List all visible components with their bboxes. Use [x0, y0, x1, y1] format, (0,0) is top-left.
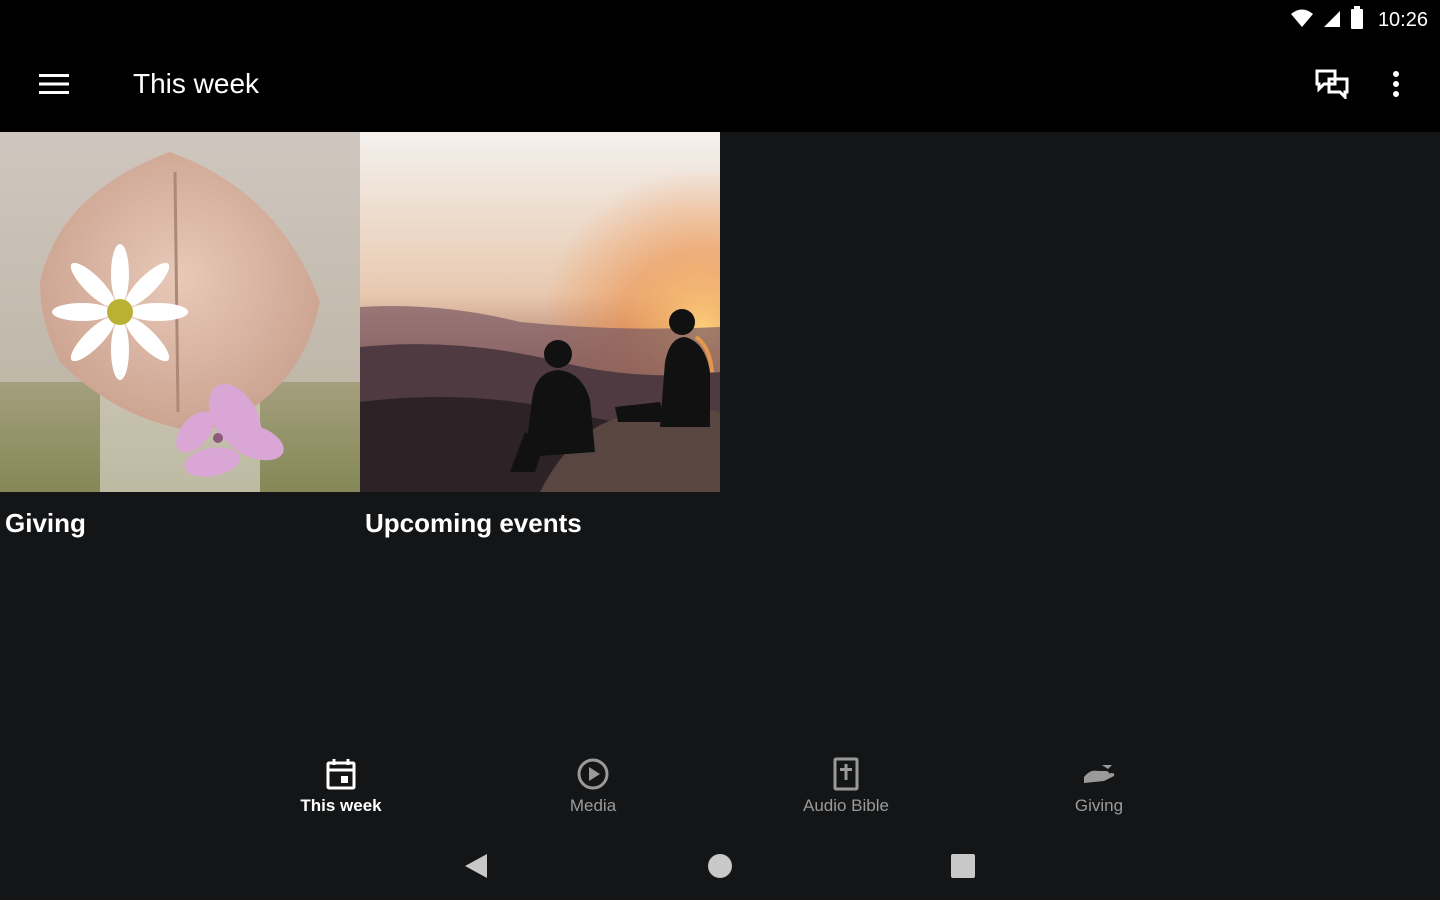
cell-signal-icon	[1322, 8, 1342, 33]
nav-item-giving[interactable]: Giving	[999, 754, 1199, 826]
home-icon	[707, 853, 733, 884]
nav-item-this-week[interactable]: This week	[241, 754, 441, 826]
hands-holding-flowers-photo	[0, 132, 360, 492]
nav-label: This week	[300, 796, 382, 815]
more-options-button[interactable]	[1374, 62, 1418, 110]
page-title: This week	[133, 68, 260, 99]
calendar-icon	[321, 754, 361, 794]
bottom-navigation: This week Media Audio Bible Giving	[0, 740, 1440, 836]
hamburger-menu-icon	[39, 72, 69, 101]
menu-button[interactable]	[24, 62, 84, 110]
wifi-icon	[1290, 8, 1314, 33]
app-bar: This week	[0, 40, 1440, 132]
nav-item-audio-bible[interactable]: Audio Bible	[746, 754, 946, 826]
card-giving[interactable]: Giving	[0, 132, 360, 552]
home-button[interactable]	[692, 844, 748, 892]
nav-label: Giving	[1074, 796, 1124, 815]
recents-icon	[950, 853, 976, 884]
card-upcoming-events[interactable]: Upcoming events	[360, 132, 720, 552]
back-icon	[463, 852, 489, 885]
nav-label: Media	[569, 796, 617, 815]
more-vert-icon	[1392, 70, 1400, 103]
status-bar: 10:26	[0, 0, 1440, 40]
system-navigation-bar	[0, 836, 1440, 900]
card-title: Giving	[5, 508, 86, 538]
battery-icon	[1350, 5, 1364, 35]
back-button[interactable]	[448, 844, 504, 892]
play-circle-icon	[573, 754, 613, 794]
sunset-mountain-people-photo	[360, 132, 720, 492]
status-icons: 10:26	[1290, 5, 1428, 35]
status-time: 10:26	[1377, 8, 1428, 31]
nav-item-media[interactable]: Media	[493, 754, 693, 826]
giving-hand-icon	[1079, 754, 1119, 794]
nav-label: Audio Bible	[802, 796, 889, 815]
recents-button[interactable]	[935, 844, 991, 892]
chat-icon	[1315, 69, 1349, 104]
card-title: Upcoming events	[365, 508, 582, 538]
chat-button[interactable]	[1306, 62, 1358, 110]
bible-icon	[826, 754, 866, 794]
